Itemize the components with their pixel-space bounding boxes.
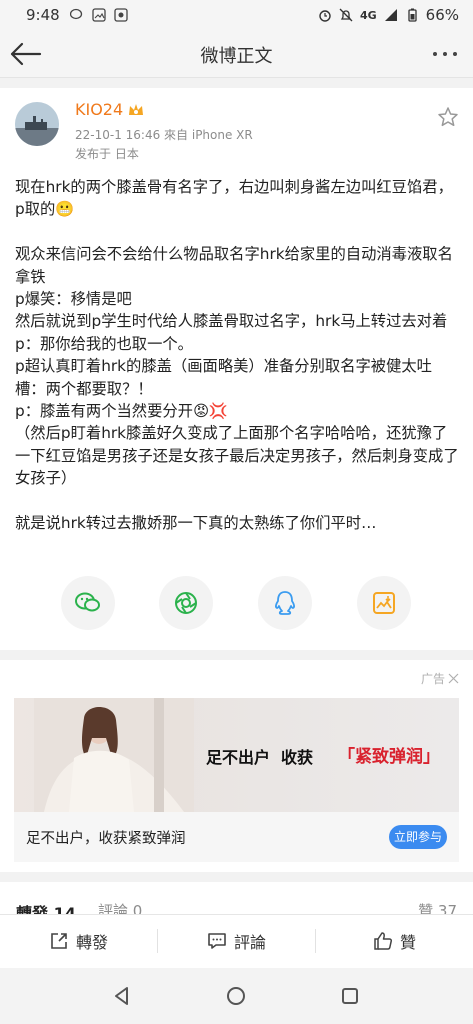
- more-dots-icon[interactable]: [427, 40, 463, 68]
- ad-tag[interactable]: 广告: [421, 670, 459, 687]
- mute-icon: [339, 8, 353, 22]
- alarm-icon: [319, 10, 331, 22]
- battery-level: 66%: [425, 6, 459, 24]
- post-location: 发布于 日本: [75, 147, 139, 161]
- save-image-button[interactable]: [357, 576, 411, 630]
- gallery-icon: [92, 8, 106, 22]
- repost-button[interactable]: 轉發: [0, 915, 157, 967]
- comment-label: 評論: [233, 933, 266, 952]
- crown-badge-icon: [129, 103, 144, 115]
- bottom-action-bar: 轉發 評論 贊: [0, 914, 473, 968]
- status-bar: 9:48 4G 66%: [0, 0, 473, 30]
- post-meta: 22-10-1 16:46 來自 iPhone XR: [75, 128, 253, 142]
- share-qq-button[interactable]: [258, 576, 312, 630]
- system-navigation-bar: [0, 968, 473, 1024]
- avatar[interactable]: [15, 102, 59, 146]
- status-time: 9:48: [26, 6, 60, 24]
- battery-icon: [408, 8, 417, 22]
- share-moments-button[interactable]: [159, 576, 213, 630]
- username-row[interactable]: KIO24: [75, 100, 145, 119]
- wechat-icon: [69, 8, 82, 20]
- home-circle-icon[interactable]: [224, 984, 248, 1008]
- star-icon[interactable]: [437, 106, 459, 128]
- post-content: 现在hrk的两个膝盖骨有名字了，右边叫刺身酱左边叫红豆馅君，p取的😬 观众来信问…: [15, 178, 459, 533]
- wechat-icon: [75, 592, 100, 612]
- ad-slogan-part-2: 收获: [281, 748, 314, 767]
- repost-icon: [51, 933, 67, 949]
- share-row: [0, 576, 473, 632]
- page-title: 微博正文: [200, 46, 273, 67]
- repost-label: 轉發: [75, 933, 108, 952]
- ad-cta-button[interactable]: 立即参与: [389, 825, 447, 849]
- top-nav-bar: 微博正文: [0, 30, 473, 78]
- thumbs-up-icon: [374, 932, 392, 950]
- ad-text: 足不出户，收获紧致弹润: [26, 831, 186, 847]
- network-type: 4G: [359, 8, 377, 22]
- ad-model-image: [34, 698, 194, 812]
- ad-fine-print: [16, 804, 457, 810]
- ad-footer[interactable]: 足不出户，收获紧致弹润 立即参与: [14, 812, 459, 862]
- close-icon[interactable]: [448, 673, 459, 684]
- username[interactable]: KIO24: [75, 100, 123, 119]
- comment-icon: [208, 933, 226, 949]
- comment-button[interactable]: 評論: [158, 915, 315, 967]
- qq-icon: [275, 591, 295, 615]
- moments-icon: [175, 592, 197, 614]
- weibo-post: KIO24 22-10-1 16:46 來自 iPhone XR 发布于 日本 …: [0, 88, 473, 650]
- like-label: 贊: [399, 933, 416, 952]
- ad-slogan-part-1: 足不出户: [206, 748, 271, 767]
- photo-icon: [114, 8, 128, 22]
- ad-label: 广告: [420, 672, 445, 686]
- share-wechat-button[interactable]: [61, 576, 115, 630]
- ad-slogan-part-3: 「紧致弹润」: [338, 747, 440, 767]
- ad-banner[interactable]: 足不出户 收获 「紧致弹润」: [14, 698, 459, 812]
- signal-icon: [384, 9, 397, 21]
- image-save-icon: [373, 592, 395, 614]
- back-triangle-icon[interactable]: [110, 984, 134, 1008]
- like-button[interactable]: 贊: [316, 915, 473, 967]
- ad-card: 广告 足不出户 收获 「紧致弹润」 足不出户，收获紧致弹润 立即参与: [0, 660, 473, 872]
- recents-square-icon[interactable]: [338, 984, 362, 1008]
